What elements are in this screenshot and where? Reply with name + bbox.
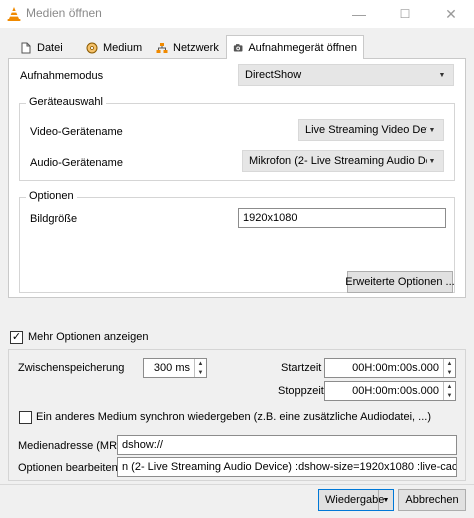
spin-down-icon: ▼: [197, 369, 204, 376]
frame-size-input[interactable]: 1920x1080: [238, 208, 446, 228]
spin-up-icon: ▲: [446, 383, 453, 390]
frame-size-label: Bildgröße: [30, 213, 78, 225]
stop-time-label: Stoppzeit: [278, 385, 324, 397]
mrl-value: dshow://: [122, 439, 163, 451]
play-button-label: Wiedergabe: [325, 494, 385, 506]
video-device-label: Video-Gerätename: [30, 126, 123, 138]
tab-medium[interactable]: Medium: [80, 38, 148, 58]
spin-up-icon: ▲: [446, 360, 453, 367]
close-icon: ✕: [445, 5, 457, 22]
sync-media-checkbox[interactable]: [19, 411, 32, 424]
frame-size-value: 1920x1080: [243, 212, 298, 224]
check-icon: ✓: [11, 331, 22, 343]
tab-datei[interactable]: Datei: [14, 38, 69, 58]
caching-spinbox[interactable]: 300 ms ▲ ▼: [143, 358, 207, 378]
tab-label: Medium: [103, 42, 143, 54]
disc-icon: [86, 42, 98, 54]
spin-up-icon: ▲: [197, 360, 204, 367]
mrl-input[interactable]: dshow://: [117, 435, 457, 455]
advanced-options-label: Erweiterte Optionen ...: [345, 276, 455, 288]
play-dropdown-toggle[interactable]: ▼: [378, 490, 393, 510]
camera-icon: [233, 43, 243, 51]
footer-divider: [0, 484, 474, 485]
audio-device-select[interactable]: Mikrofon (2- Live Streaming Audio Device…: [242, 150, 444, 172]
minimize-button[interactable]: —: [336, 0, 382, 28]
options-group-title: Optionen: [26, 190, 77, 202]
window-title: Medien öffnen: [26, 6, 102, 20]
tab-label: Netzwerk: [173, 42, 219, 54]
device-group-title: Geräteauswahl: [26, 96, 106, 108]
start-time-value: 00H:00m:00s.000: [352, 362, 439, 374]
audio-device-value: Mikrofon (2- Live Streaming Audio Device…: [249, 155, 427, 167]
cancel-button[interactable]: Abbrechen: [398, 489, 466, 511]
caching-label: Zwischenspeicherung: [18, 362, 125, 374]
advanced-options-button[interactable]: Erweiterte Optionen ...: [345, 271, 455, 293]
stop-time-stepper[interactable]: ▲ ▼: [443, 382, 455, 400]
dropdown-arrow-icon: ▼: [382, 496, 390, 504]
cancel-button-label: Abbrechen: [405, 494, 459, 506]
maximize-icon: ☐: [399, 7, 411, 21]
capture-mode-select[interactable]: DirectShow ▼: [238, 64, 454, 86]
more-options-checkbox[interactable]: ✓: [10, 331, 23, 344]
tab-label: Aufnahmegerät öffnen: [248, 41, 357, 54]
capture-mode-value: DirectShow: [245, 69, 302, 81]
sync-media-label: Ein anderes Medium synchron wiedergeben …: [36, 411, 431, 423]
edit-options-value: n (2- Live Streaming Audio Device) :dsho…: [122, 461, 457, 473]
audio-device-label: Audio-Gerätename: [30, 157, 123, 169]
capture-mode-label: Aufnahmemodus: [20, 70, 104, 82]
tab-netzwerk[interactable]: Netzwerk: [150, 38, 225, 58]
minimize-icon: —: [352, 6, 366, 22]
caching-stepper[interactable]: ▲ ▼: [194, 359, 206, 377]
mrl-label: Medienadresse (MRL): [18, 440, 127, 452]
title-bar: Medien öffnen — ☐ ✕: [0, 0, 474, 28]
maximize-button[interactable]: ☐: [382, 0, 428, 28]
video-device-select[interactable]: Live Streaming Video Device ▼: [298, 119, 444, 141]
spin-down-icon: ▼: [446, 369, 453, 376]
network-icon: [156, 43, 168, 53]
tab-aufnahmegeraet[interactable]: Aufnahmegerät öffnen: [226, 35, 364, 59]
start-time-label: Startzeit: [281, 362, 322, 374]
vlc-cone-icon: [7, 7, 21, 21]
edit-options-label: Optionen bearbeiten: [18, 462, 118, 474]
close-button[interactable]: ✕: [428, 0, 474, 28]
video-device-value: Live Streaming Video Device: [305, 124, 427, 136]
start-time-input[interactable]: 00H:00m:00s.000 ▲ ▼: [324, 358, 456, 378]
start-time-stepper[interactable]: ▲ ▼: [443, 359, 455, 377]
dropdown-arrow-icon: ▼: [428, 126, 436, 134]
file-icon: [21, 42, 31, 54]
dropdown-arrow-icon: ▼: [438, 71, 446, 79]
stop-time-input[interactable]: 00H:00m:00s.000 ▲ ▼: [324, 381, 456, 401]
stop-time-value: 00H:00m:00s.000: [352, 385, 439, 397]
caching-value: 300 ms: [153, 362, 190, 374]
dropdown-arrow-icon: ▼: [428, 157, 436, 165]
tab-label: Datei: [37, 42, 63, 54]
edit-options-input[interactable]: n (2- Live Streaming Audio Device) :dsho…: [117, 457, 457, 477]
more-options-label: Mehr Optionen anzeigen: [28, 331, 149, 343]
spin-down-icon: ▼: [446, 392, 453, 399]
